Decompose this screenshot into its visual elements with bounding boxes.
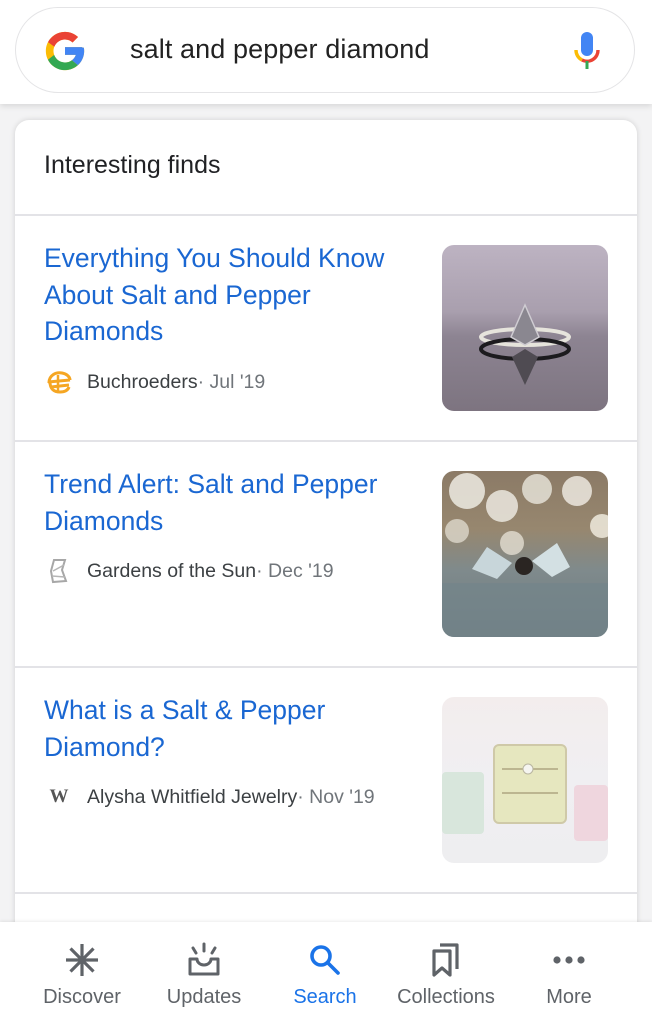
result-date: · Nov '19 [297,785,375,808]
result-source: Gardens of the Sun [87,559,257,582]
updates-inbox-icon [184,940,224,980]
nav-label: Collections [397,986,495,1008]
nav-label: Search [293,986,357,1008]
result-date: · Jul '19 [197,370,266,393]
result-title[interactable]: Everything You Should Know About Salt an… [44,240,424,350]
search-query[interactable]: salt and pepper diamond [130,34,430,65]
nav-more[interactable]: More [514,922,624,1024]
result-title[interactable]: Trend Alert: Salt and Pepper Diamonds [44,466,424,539]
result-item[interactable]: What is a Salt & Pepper Diamond? W Alysh… [15,668,637,894]
bookmarks-icon [426,940,466,980]
nav-discover[interactable]: Discover [27,922,137,1024]
google-logo-icon[interactable] [42,28,88,74]
result-source: Buchroeders [87,370,198,393]
buchroeders-logo-icon [44,369,74,395]
divider [15,892,637,894]
gardens-of-the-sun-logo-icon [44,558,74,584]
result-meta: W Alysha Whitfield Jewelry · Nov '19 [44,784,375,810]
result-thumbnail-ring[interactable] [442,245,608,411]
search-box[interactable]: salt and pepper diamond [15,7,635,93]
nav-collections[interactable]: Collections [381,922,511,1024]
result-date: · Dec '19 [256,559,334,582]
top-bar: salt and pepper diamond [0,0,652,104]
result-meta: Gardens of the Sun · Dec '19 [44,558,334,584]
result-source: Alysha Whitfield Jewelry [87,785,298,808]
asterisk-icon [62,940,102,980]
nav-label: More [546,986,592,1008]
result-thumbnail-flowers[interactable] [442,471,608,637]
nav-search[interactable]: Search [270,922,380,1024]
nav-updates[interactable]: Updates [149,922,259,1024]
result-thumbnail-ring-boxes[interactable] [442,697,608,863]
result-title[interactable]: What is a Salt & Pepper Diamond? [44,692,424,765]
interesting-finds-card: Interesting finds Everything You Should … [15,120,637,950]
nav-label: Discover [43,986,121,1008]
result-meta: Buchroeders · Jul '19 [44,369,265,395]
result-item[interactable]: Trend Alert: Salt and Pepper Diamonds Ga… [15,442,637,668]
bottom-navigation: Discover Updates Search Collections More [0,922,652,1024]
microphone-icon[interactable] [572,28,602,74]
more-dots-icon [549,940,589,980]
result-item[interactable]: Everything You Should Know About Salt an… [15,216,637,442]
card-title: Interesting finds [44,151,221,179]
search-icon [305,940,345,980]
alysha-whitfield-logo-icon: W [49,786,69,807]
nav-label: Updates [166,986,242,1008]
